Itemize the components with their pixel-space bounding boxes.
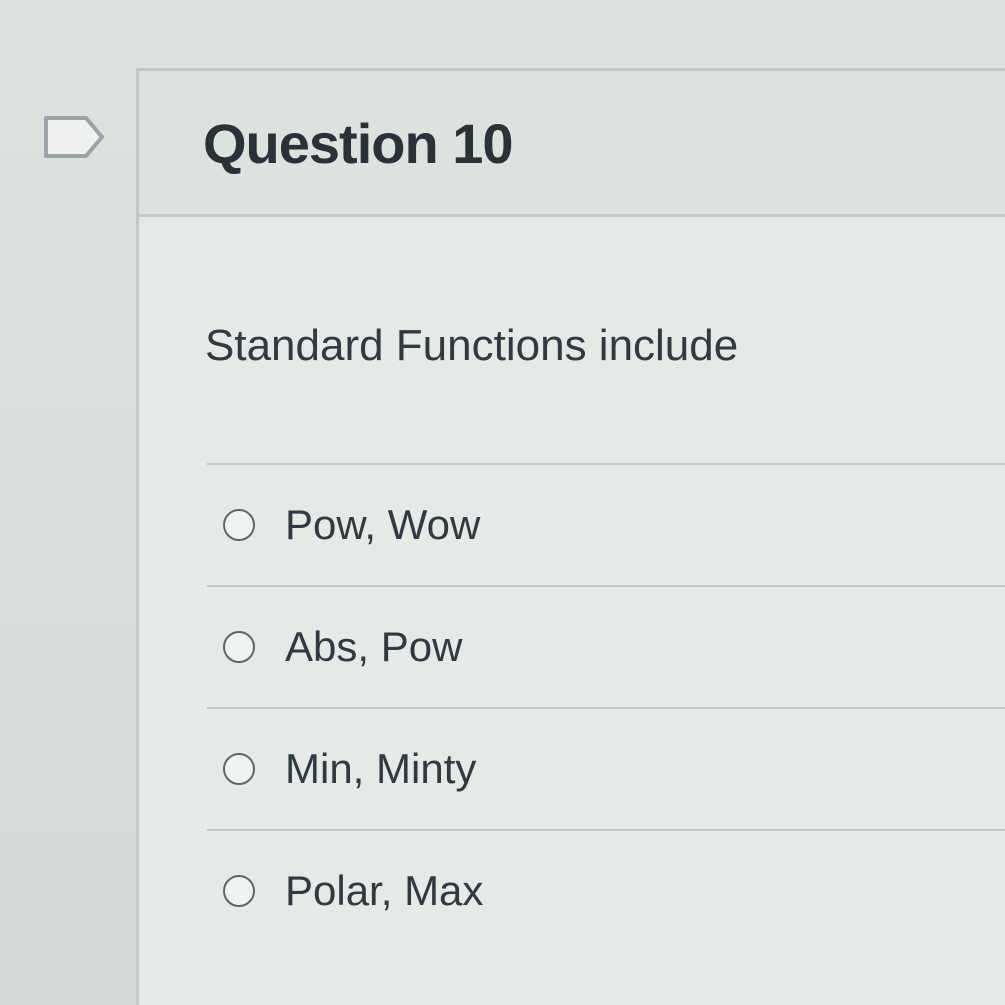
question-body: Standard Functions include Pow, Wow Abs,…	[139, 217, 1005, 1005]
answer-option[interactable]: Abs, Pow	[207, 585, 1005, 707]
flag-question-button[interactable]	[40, 112, 110, 162]
answer-label: Min, Minty	[285, 745, 477, 792]
answer-option[interactable]: Min, Minty	[207, 707, 1005, 829]
answer-option[interactable]: Pow, Wow	[207, 463, 1005, 585]
question-header: Question 10	[139, 71, 1005, 217]
answer-label: Abs, Pow	[285, 623, 463, 670]
answer-option[interactable]: Polar, Max	[207, 829, 1005, 951]
question-title: Question 10	[203, 112, 514, 175]
question-text: Standard Functions include	[205, 321, 739, 370]
flag-icon	[44, 116, 104, 158]
question-card: Question 10 Standard Functions include P…	[136, 68, 1005, 1005]
answer-label: Polar, Max	[285, 867, 484, 914]
answer-list: Pow, Wow Abs, Pow Min, Minty Polar, Max	[207, 463, 1005, 951]
radio-button[interactable]	[223, 509, 255, 541]
radio-button[interactable]	[223, 753, 255, 785]
answer-label: Pow, Wow	[285, 501, 481, 548]
quiz-page: Question 10 Standard Functions include P…	[0, 0, 1005, 1005]
radio-button[interactable]	[223, 631, 255, 663]
radio-button[interactable]	[223, 875, 255, 907]
